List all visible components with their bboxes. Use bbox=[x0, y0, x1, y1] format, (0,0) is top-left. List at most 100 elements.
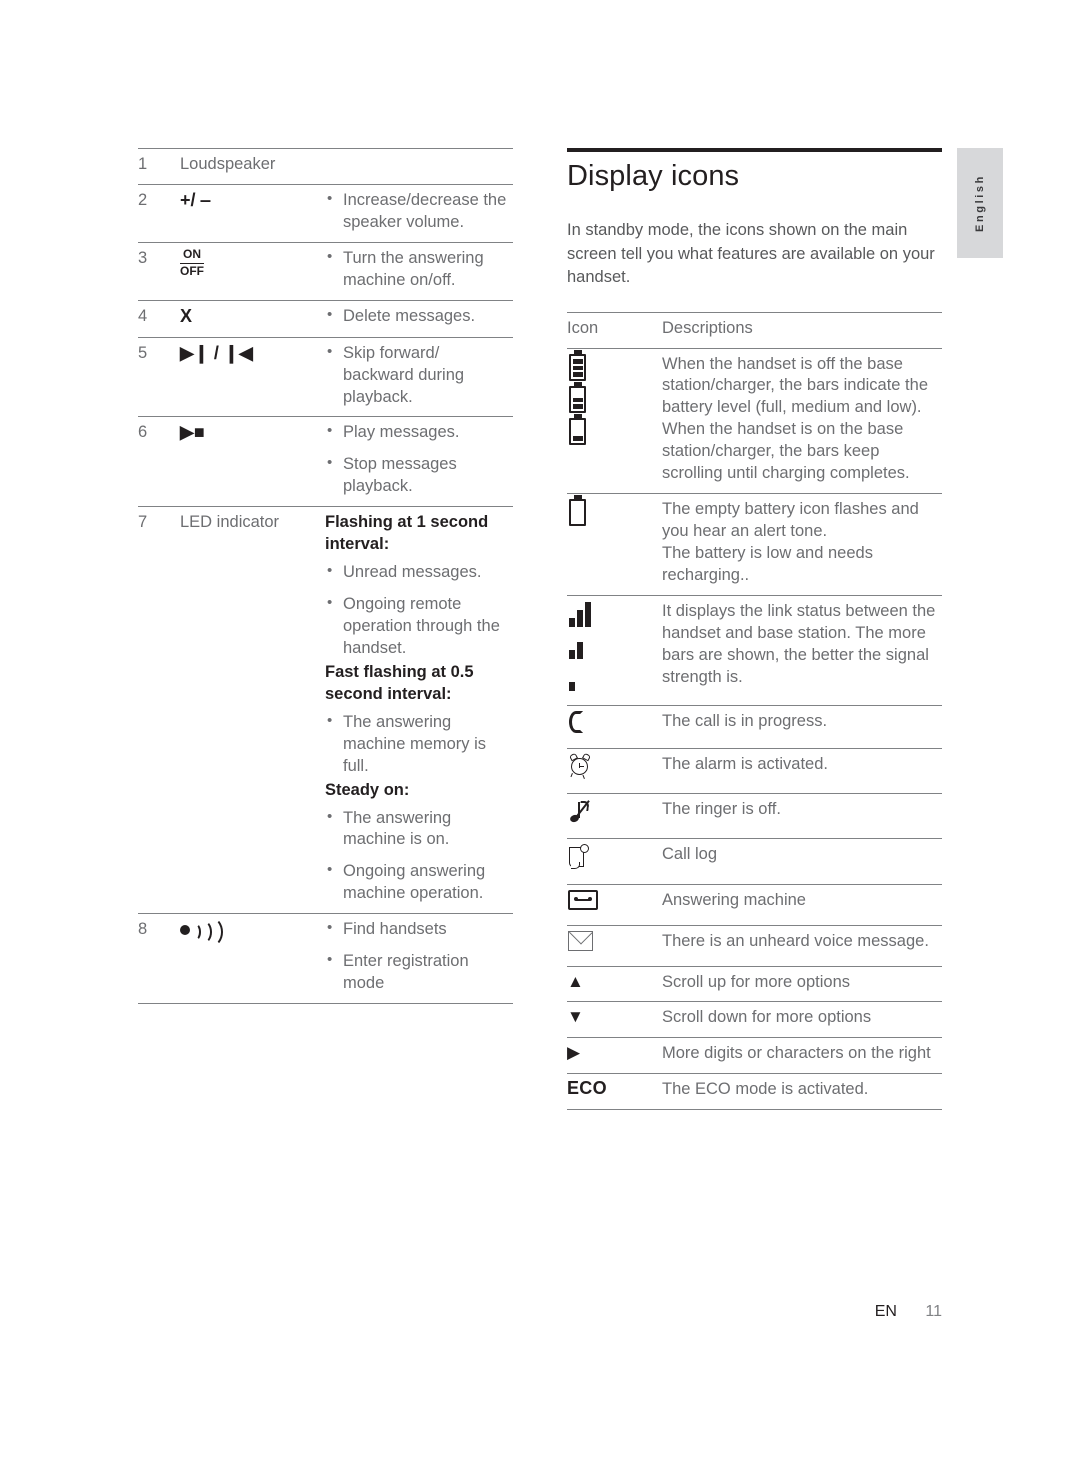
row-description: Scroll down for more options bbox=[662, 1001, 942, 1039]
row-description: When the handset is off the base station… bbox=[662, 348, 942, 495]
language-tab: English bbox=[957, 148, 1003, 258]
table-header-row: Icon Descriptions bbox=[567, 311, 942, 349]
off-label: OFF bbox=[180, 263, 204, 278]
alarm-clock-icon bbox=[567, 748, 662, 794]
voice-message-icon bbox=[567, 925, 662, 967]
row-description: Play messages. Stop messages playback. bbox=[325, 416, 513, 508]
list-item: Stop messages playback. bbox=[325, 453, 513, 498]
left-column: 1 Loudspeaker 2 +/ ‒ Increase/decrease t… bbox=[138, 148, 513, 1005]
eco-label: ECO bbox=[567, 1073, 662, 1111]
paging-icon bbox=[180, 917, 226, 948]
row-description: Skip forward/ backward during playback. bbox=[325, 337, 513, 418]
row-symbol: LED indicator bbox=[180, 506, 325, 915]
list-item: Delete messages. bbox=[325, 305, 513, 328]
list-item: Increase/decrease the speaker volume. bbox=[325, 189, 513, 234]
table-row: Call log bbox=[567, 838, 942, 885]
list-item: Find handsets bbox=[325, 918, 513, 941]
delete-x-icon: X bbox=[180, 305, 193, 326]
ringer-off-icon bbox=[567, 793, 662, 839]
led-lead-3: Steady on: bbox=[325, 780, 410, 799]
eco-text: ECO bbox=[567, 1078, 607, 1099]
table-row: The empty battery icon flashes and you h… bbox=[567, 493, 942, 596]
list-item: Ongoing remote operation through the han… bbox=[325, 593, 513, 660]
row-description: The ECO mode is activated. bbox=[662, 1073, 942, 1111]
table-row: The alarm is activated. bbox=[567, 748, 942, 794]
arrow-up-icon: ▲ bbox=[567, 966, 662, 1003]
table-row: When the handset is off the base station… bbox=[567, 348, 942, 495]
row-description: Find handsets Enter registration mode bbox=[325, 913, 513, 1005]
description-line: The empty battery icon flashes and you h… bbox=[662, 500, 919, 541]
manual-page: English 1 Loudspeaker 2 +/ ‒ • Increase/… bbox=[0, 0, 1080, 1460]
call-log-icon bbox=[567, 838, 662, 885]
row-description: Delete messages. bbox=[325, 300, 513, 338]
description-line: The battery is low and needs recharging.… bbox=[662, 544, 873, 584]
row-description: Answering machine bbox=[662, 884, 942, 926]
table-row: 8 Find handsets Enter registration mode bbox=[138, 913, 513, 1005]
arrow-up-glyph: ▲ bbox=[567, 971, 584, 991]
battery-full-icon bbox=[569, 353, 586, 381]
row-number: 2 bbox=[138, 184, 180, 243]
page-title: Display icons bbox=[567, 160, 740, 192]
keys-table: 1 Loudspeaker 2 +/ ‒ Increase/decrease t… bbox=[138, 148, 513, 1005]
signal-three-bars-icon bbox=[569, 601, 595, 627]
list-item: Skip forward/ backward during playback. bbox=[325, 342, 513, 409]
list-item: The answering machine is on. bbox=[325, 807, 513, 852]
row-symbol: X bbox=[180, 300, 325, 338]
display-icons-table: Icon Descriptions When the handset is of… bbox=[567, 311, 942, 1111]
table-row: ▼ Scroll down for more options bbox=[567, 1001, 942, 1039]
row-symbol bbox=[180, 913, 325, 1005]
row-description: It displays the link status between the … bbox=[662, 595, 942, 706]
led-lead-1: Flashing at 1 second interval: bbox=[325, 513, 489, 554]
symbol-label: Loudspeaker bbox=[180, 155, 276, 173]
row-number: 4 bbox=[138, 300, 180, 338]
signal-strength-icon bbox=[567, 595, 662, 706]
handset-call-icon bbox=[567, 705, 662, 749]
row-number: 1 bbox=[138, 148, 180, 185]
description-line: When the handset is on the base station/… bbox=[662, 420, 910, 483]
table-row: ▶ More digits or characters on the right bbox=[567, 1037, 942, 1075]
list-item: Unread messages. bbox=[325, 561, 513, 584]
list-item: Ongoing answering machine operation. bbox=[325, 860, 513, 905]
row-number: 8 bbox=[138, 913, 180, 1005]
row-symbol: ON OFF bbox=[180, 242, 325, 301]
row-symbol: ▶■ bbox=[180, 416, 325, 508]
row-description: Call log bbox=[662, 838, 942, 885]
on-off-icon: ON OFF bbox=[180, 247, 204, 279]
row-description: Scroll up for more options bbox=[662, 966, 942, 1003]
row-symbol: ▶❙ / ❙◀ bbox=[180, 337, 325, 418]
table-row: The ringer is off. bbox=[567, 793, 942, 839]
row-description: Increase/decrease the speaker volume. bbox=[325, 184, 513, 243]
section-top-rule bbox=[567, 148, 942, 152]
battery-icon bbox=[567, 348, 662, 495]
arrow-right-icon: ▶ bbox=[567, 1037, 662, 1075]
page-footer: EN 11 bbox=[0, 1303, 1080, 1321]
footer-page-number: 11 bbox=[925, 1303, 942, 1320]
table-row: 3 ON OFF Turn the answering machine on/o… bbox=[138, 242, 513, 301]
signal-one-bar-icon bbox=[569, 665, 595, 691]
table-row: Answering machine bbox=[567, 884, 942, 926]
description-line: It displays the link status between the … bbox=[662, 601, 936, 686]
table-row: ▲ Scroll up for more options bbox=[567, 966, 942, 1003]
list-item: Play messages. bbox=[325, 421, 513, 444]
answering-machine-icon bbox=[567, 884, 662, 926]
play-stop-icon: ▶■ bbox=[180, 422, 205, 443]
on-label: ON bbox=[180, 247, 204, 264]
column-header-icon: Icon bbox=[567, 311, 662, 349]
table-row: 1 Loudspeaker bbox=[138, 148, 513, 185]
arrow-down-icon: ▼ bbox=[567, 1001, 662, 1039]
table-row: 2 +/ ‒ Increase/decrease the speaker vol… bbox=[138, 184, 513, 243]
battery-medium-icon bbox=[569, 385, 586, 413]
row-description: Turn the answering machine on/off. bbox=[325, 242, 513, 301]
row-number: 7 bbox=[138, 506, 180, 915]
table-row: 4 X Delete messages. bbox=[138, 300, 513, 338]
row-symbol: Loudspeaker bbox=[180, 148, 513, 185]
row-description: The alarm is activated. bbox=[662, 748, 942, 794]
row-description: More digits or characters on the right bbox=[662, 1037, 942, 1075]
table-row: There is an unheard voice message. bbox=[567, 925, 942, 967]
row-description: The empty battery icon flashes and you h… bbox=[662, 493, 942, 596]
footer-language-code: EN bbox=[874, 1303, 897, 1320]
row-number: 3 bbox=[138, 242, 180, 301]
intro-paragraph: In standby mode, the icons shown on the … bbox=[567, 221, 935, 287]
row-description: The call is in progress. bbox=[662, 705, 942, 749]
table-row: 6 ▶■ Play messages. Stop messages playba… bbox=[138, 416, 513, 508]
